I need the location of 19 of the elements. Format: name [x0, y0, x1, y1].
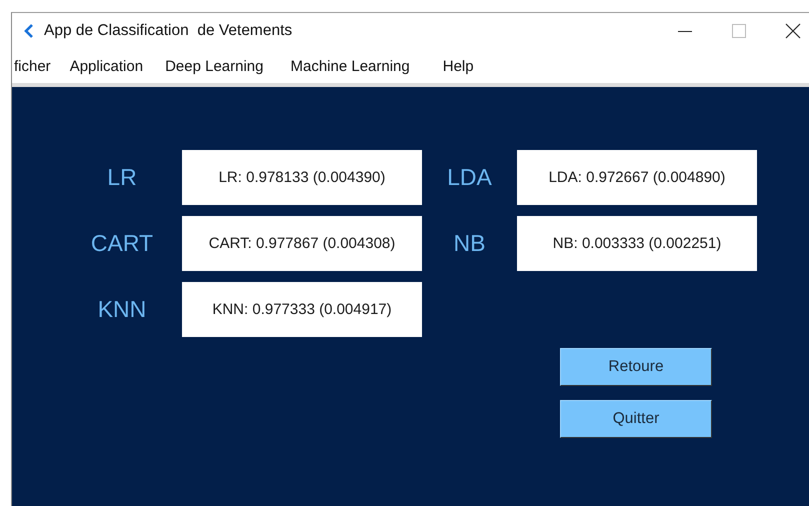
result-display: LR: 0.978133 (0.004390) [182, 150, 422, 205]
result-display: KNN: 0.977333 (0.004917) [182, 282, 422, 337]
menu-item[interactable]: Application [62, 56, 150, 76]
model-label: LR [107, 164, 137, 191]
model-label: KNN [98, 296, 146, 323]
close-icon[interactable] [785, 23, 801, 39]
model-label: LDA [447, 164, 492, 191]
result-display: LDA: 0.972667 (0.004890) [517, 150, 757, 205]
result-display: CART: 0.977867 (0.004308) [182, 216, 422, 271]
window-title: App de Classification de Vetements [44, 22, 294, 40]
result-display: NB: 0.003333 (0.002251) [517, 216, 757, 271]
action-button[interactable]: Retoure [560, 348, 712, 386]
action-button[interactable]: Quitter [560, 400, 712, 438]
menu-item[interactable]: ficher [12, 56, 58, 76]
menu-item[interactable]: Machine Learning [284, 56, 417, 76]
menu-item[interactable]: Deep Learning [158, 56, 270, 76]
menu-item[interactable]: Help [436, 56, 481, 76]
model-label: CART [90, 230, 154, 257]
model-label: NB [454, 230, 486, 257]
